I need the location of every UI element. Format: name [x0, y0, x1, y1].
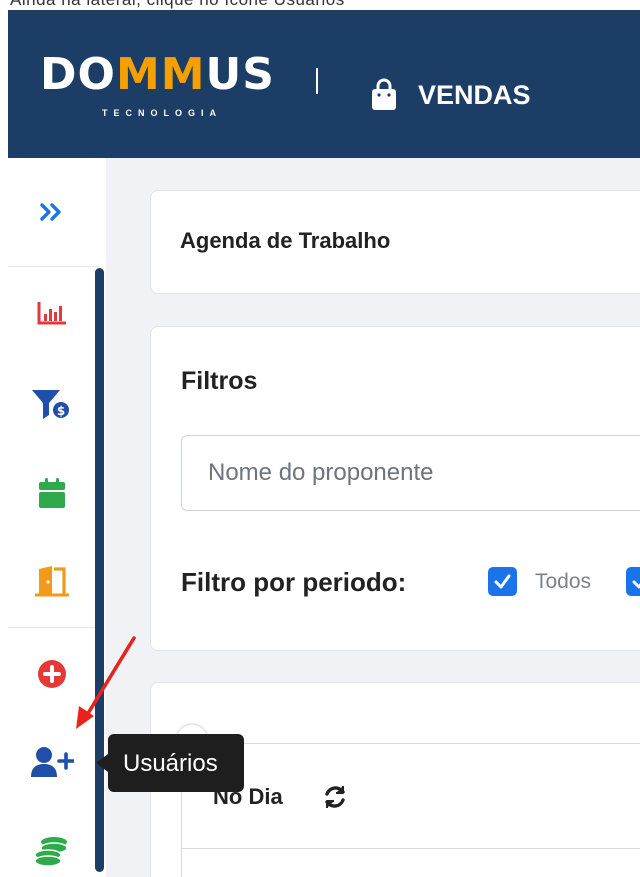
shopping-bag-icon — [372, 78, 396, 110]
logo-subtext: TECNOLOGIA — [102, 108, 222, 118]
tooltip-arrow — [96, 754, 108, 772]
funnel-dollar-icon[interactable]: $ — [30, 388, 72, 422]
agenda-title: Agenda de Trabalho — [180, 228, 391, 253]
proponent-name-input[interactable] — [181, 435, 640, 511]
instruction-caption: Ainda na lateral, clique no ícone Usuári… — [10, 0, 345, 10]
double-chevron-right-icon[interactable] — [38, 200, 66, 224]
day-panel-body — [181, 848, 640, 877]
svg-text:$: $ — [57, 404, 65, 418]
coins-icon[interactable] — [34, 835, 70, 871]
refresh-icon[interactable] — [322, 784, 348, 810]
calendar-icon[interactable] — [38, 477, 66, 509]
sidebar-divider — [8, 266, 100, 267]
todos-label: Todos — [535, 570, 592, 593]
period-checkbox-2[interactable] — [626, 567, 640, 596]
door-open-icon[interactable] — [32, 565, 72, 597]
tooltip-text: Usuários — [123, 750, 218, 777]
filters-title: Filtros — [181, 367, 258, 395]
module-title: VENDAS — [418, 80, 531, 110]
period-filter-label: Filtro por periodo: — [181, 567, 407, 597]
app-header: DOMMUS TECNOLOGIA VENDAS — [8, 10, 640, 158]
check-icon — [632, 580, 640, 589]
instruction-caption-strip: Ainda na lateral, clique no ícone Usuári… — [0, 0, 640, 10]
check-icon — [494, 574, 511, 589]
user-plus-icon[interactable] — [30, 746, 74, 778]
annotation-arrow-icon — [76, 636, 136, 729]
bar-chart-icon[interactable] — [36, 300, 68, 326]
dommus-logo[interactable]: DOMMUS TECNOLOGIA — [40, 50, 300, 130]
todos-checkbox[interactable] — [488, 567, 517, 596]
header-separator — [316, 68, 318, 94]
logo-wordmark: DOMMUS — [40, 49, 275, 100]
sidebar-divider — [8, 627, 100, 628]
sidebar-scrollbar[interactable] — [95, 268, 104, 872]
plus-circle-icon[interactable] — [37, 659, 67, 689]
